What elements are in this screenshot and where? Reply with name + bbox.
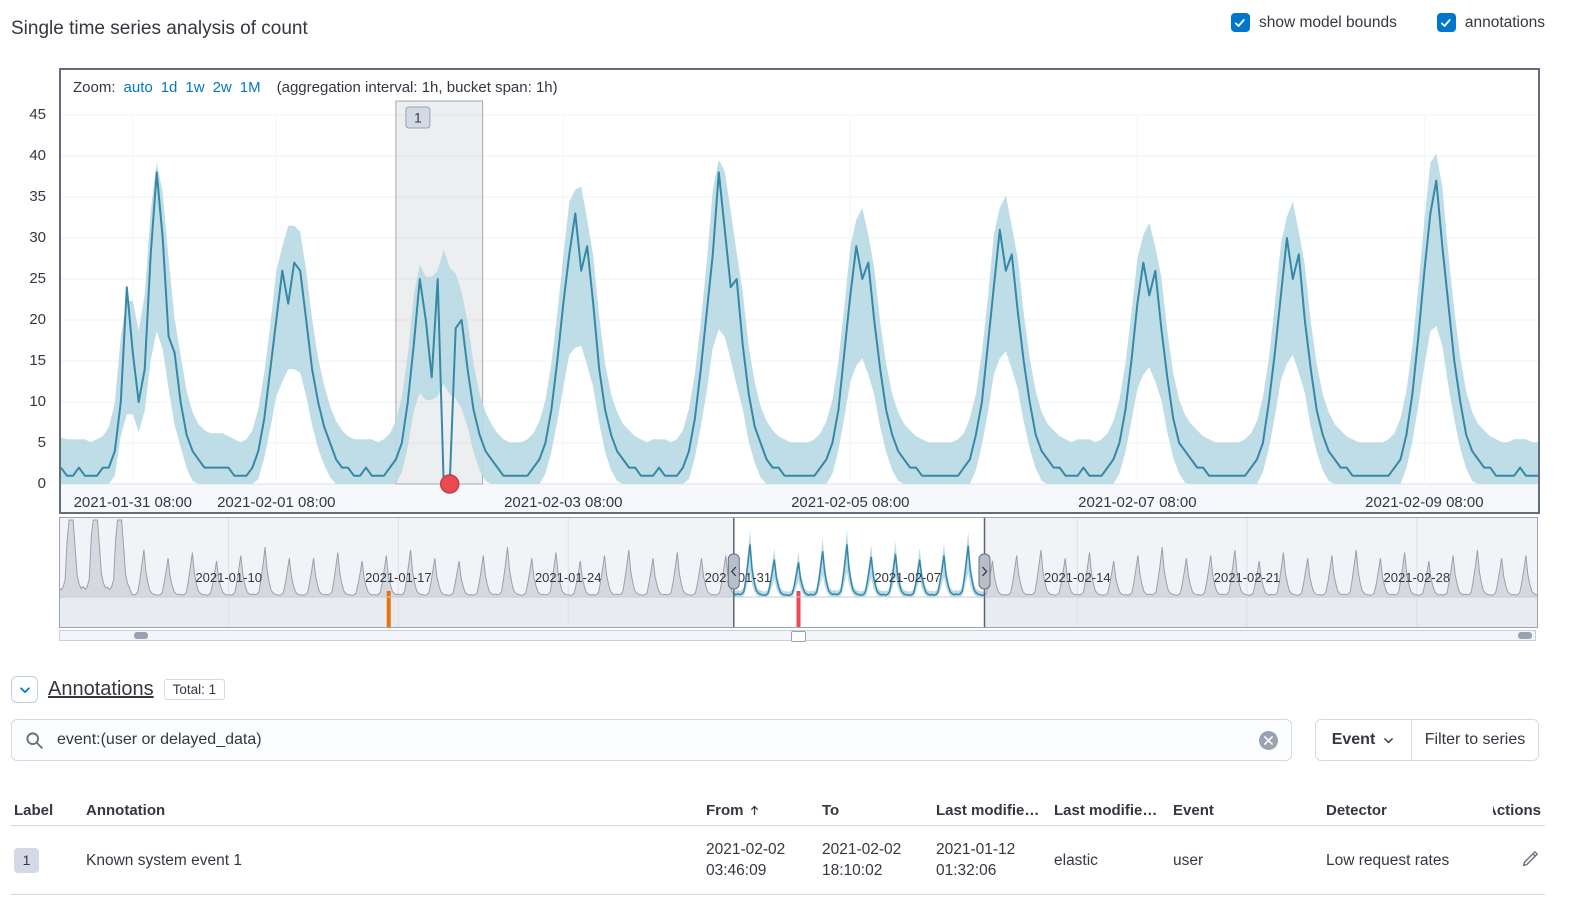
y-axis-label: 40 (0, 147, 46, 164)
y-axis-label: 25 (0, 270, 46, 287)
svg-text:2021-02-14: 2021-02-14 (1044, 570, 1111, 585)
svg-text:1: 1 (414, 111, 422, 126)
aggregation-interval-note: (aggregation interval: 1h, bucket span: … (277, 79, 558, 96)
svg-text:2021-02-09 08:00: 2021-02-09 08:00 (1365, 494, 1483, 511)
annotation-detector: Low request rates (1326, 850, 1493, 871)
search-icon (25, 731, 44, 750)
column-header-8-actions: Actions (1493, 802, 1545, 819)
filter-to-series-button[interactable]: Filter to series (1412, 720, 1538, 760)
column-header-6-event[interactable]: Event (1173, 802, 1326, 819)
column-header-4-last-modifie[interactable]: Last modifie… (936, 802, 1054, 819)
collapse-annotations-button[interactable] (11, 676, 38, 703)
zoom-option-2w[interactable]: 2w (213, 79, 232, 96)
annotations-header: Annotations Total: 1 (11, 676, 225, 703)
clear-search-button[interactable] (1259, 731, 1278, 750)
zoom-option-1w[interactable]: 1w (185, 79, 204, 96)
svg-text:2021-02-03 08:00: 2021-02-03 08:00 (504, 494, 622, 511)
annotation-label-badge: 1 (14, 848, 39, 873)
y-axis-labels: 0 5 10 15 20 25 30 35 40 45 (0, 0, 46, 520)
annotation-event: user (1173, 850, 1326, 871)
annotations-heading: Annotations (48, 678, 154, 701)
column-header-0-label[interactable]: Label (11, 802, 86, 819)
column-header-1-annotation[interactable]: Annotation (86, 802, 706, 819)
y-axis-label: 30 (0, 229, 46, 246)
y-axis-label: 15 (0, 352, 46, 369)
y-axis-label: 10 (0, 393, 46, 410)
checkbox-checked-icon[interactable] (1231, 13, 1250, 32)
svg-text:2021-02-21: 2021-02-21 (1214, 570, 1281, 585)
show-model-bounds-checkbox[interactable]: show model bounds (1231, 13, 1397, 32)
annotations-filter-group: Event Filter to series (1315, 719, 1539, 761)
svg-text:2021-01-31 08:00: 2021-01-31 08:00 (74, 494, 192, 511)
column-header-5-last-modifie[interactable]: Last modifie… (1054, 802, 1173, 819)
svg-text:2021-02-07 08:00: 2021-02-07 08:00 (1078, 494, 1196, 511)
annotation-marker-label[interactable]: 1 (406, 107, 430, 128)
y-axis-label: 35 (0, 188, 46, 205)
svg-text:2021-01-24: 2021-01-24 (535, 570, 602, 585)
svg-text:2021-02-01 08:00: 2021-02-01 08:00 (217, 494, 335, 511)
annotation-row: 1 Known system event 12021-02-02 03:46:09… (11, 826, 1545, 895)
event-filter-button[interactable]: Event (1316, 720, 1412, 760)
zoom-links: auto 1d 1w 2w 1M (124, 79, 269, 96)
svg-text:2021-01-10: 2021-01-10 (195, 570, 262, 585)
table-header-row: LabelAnnotationFromToLast modifie…Last m… (11, 795, 1545, 826)
sort-ascending-icon (748, 804, 761, 817)
y-axis-label: 45 (0, 106, 46, 123)
zoom-label: Zoom: (73, 79, 116, 96)
svg-text:2021-02-28: 2021-02-28 (1384, 570, 1451, 585)
annotations-table: LabelAnnotationFromToLast modifie…Last m… (11, 795, 1545, 895)
annotations-search-input[interactable] (55, 730, 1259, 750)
zoom-controls: Zoom: auto 1d 1w 2w 1M (aggregation interval… (73, 79, 558, 96)
annotations-total-badge: Total: 1 (164, 679, 226, 700)
anomaly-marker-dot[interactable] (441, 475, 459, 493)
scrollbar-right-handle[interactable] (1518, 632, 1532, 639)
y-axis-label: 20 (0, 311, 46, 328)
svg-text:2021-01-17: 2021-01-17 (365, 570, 432, 585)
y-axis-label: 5 (0, 434, 46, 451)
chevron-down-icon (1382, 734, 1395, 747)
y-axis-label: 0 (0, 475, 46, 492)
event-filter-label: Event (1332, 731, 1376, 749)
scrollbar-left-handle[interactable] (134, 632, 148, 639)
annotations-checkbox[interactable]: annotations (1437, 13, 1545, 32)
chart-scrollbar[interactable] (59, 630, 1536, 641)
scrollbar-drag-handle[interactable] (791, 631, 806, 642)
annotation-to: 2021-02-02 18:10:02 (822, 839, 936, 881)
column-header-7-detector[interactable]: Detector (1326, 802, 1493, 819)
annotation-last-modified: 2021-01-12 01:32:06 (936, 839, 1054, 881)
single-metric-viewer: Single time series analysis of count sho… (0, 0, 1586, 904)
svg-text:2021-02-05 08:00: 2021-02-05 08:00 (791, 494, 909, 511)
annotation-last-modified-by: elastic (1054, 850, 1173, 871)
timeseries-chart-frame: Zoom: auto 1d 1w 2w 1M (aggregation interval… (59, 68, 1540, 514)
page-title: Single time series analysis of count (11, 18, 308, 40)
zoom-option-1d[interactable]: 1d (161, 79, 178, 96)
annotations-checkbox-label: annotations (1465, 14, 1545, 32)
chevron-down-icon (18, 683, 32, 697)
annotations-search[interactable] (11, 719, 1292, 761)
edit-pencil-icon (1522, 850, 1539, 867)
column-header-2-from[interactable]: From (706, 802, 822, 819)
edit-annotation-button[interactable] (1520, 846, 1541, 874)
column-header-3-to[interactable]: To (822, 802, 936, 819)
chart-display-controls: show model bounds annotations (1231, 13, 1545, 32)
annotation-from: 2021-02-02 03:46:09 (706, 839, 822, 881)
context-chart-brush[interactable]: 2021-01-102021-01-172021-01-242021-01-31… (59, 517, 1538, 628)
main-timeseries-chart[interactable]: 1 2021-01-31 08:00 2021-02-01 08:00 2021-02… (61, 70, 1538, 512)
svg-text:2021-02-07: 2021-02-07 (874, 570, 941, 585)
annotation-text: Known system event 1 (86, 850, 706, 871)
checkbox-checked-icon[interactable] (1437, 13, 1456, 32)
zoom-option-1M[interactable]: 1M (240, 79, 261, 96)
zoom-option-auto[interactable]: auto (124, 79, 153, 96)
show-model-bounds-label: show model bounds (1259, 14, 1397, 32)
